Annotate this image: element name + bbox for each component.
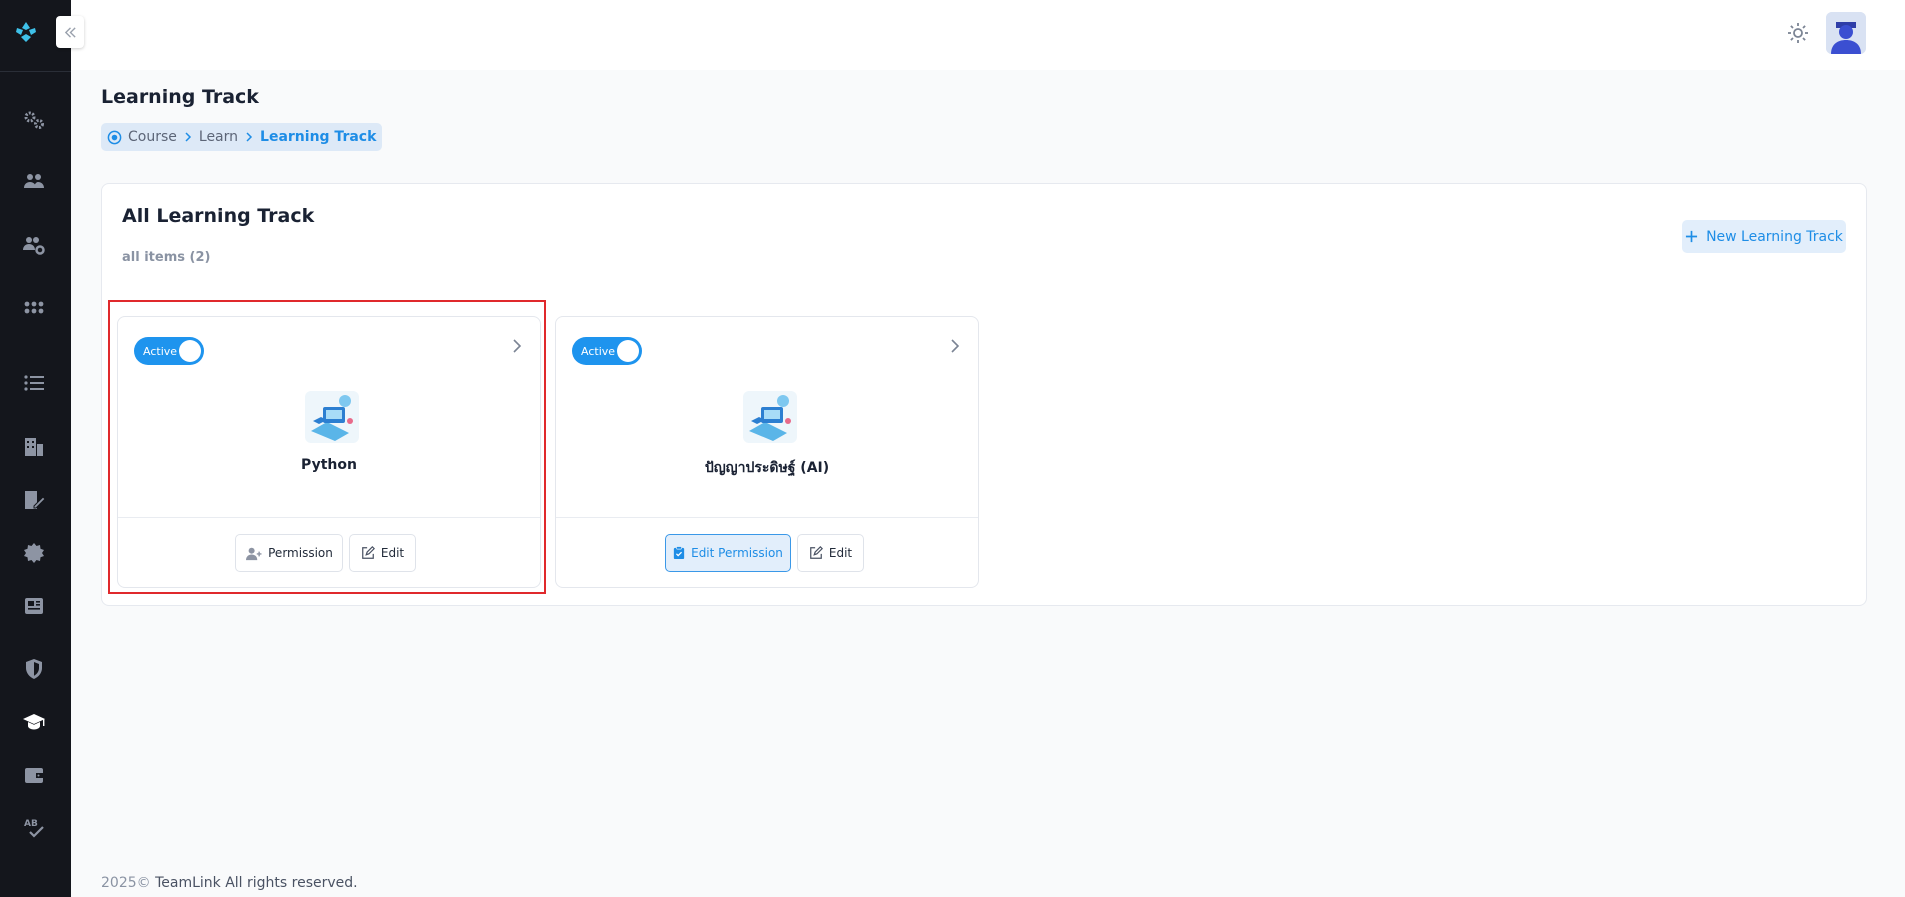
new-learning-track-label: New Learning Track <box>1706 228 1843 245</box>
edit-icon <box>810 546 823 559</box>
apps-grid-icon[interactable] <box>20 294 48 322</box>
footer-year: 2025© <box>101 875 151 891</box>
panel-title: All Learning Track <box>122 205 315 227</box>
status-toggle[interactable]: Active <box>572 337 642 365</box>
user-plus-icon <box>246 547 262 560</box>
target-icon <box>107 130 122 144</box>
items-count: all items (2) <box>122 250 211 265</box>
users-icon[interactable] <box>20 167 48 195</box>
edit-permission-label: Edit Permission <box>691 546 783 560</box>
page-title: Learning Track <box>101 86 259 108</box>
status-label: Active <box>581 344 616 358</box>
learning-track-card[interactable]: Active Python Permission Edit <box>117 316 541 588</box>
permission-button[interactable]: Permission <box>235 534 343 572</box>
spellcheck-icon[interactable]: AB <box>20 813 48 841</box>
shield-icon[interactable] <box>20 655 48 683</box>
building-icon[interactable] <box>20 433 48 461</box>
top-header <box>71 0 1905 70</box>
avatar[interactable] <box>1826 12 1866 54</box>
breadcrumb-course[interactable]: Course <box>128 129 177 145</box>
svg-text:AB: AB <box>24 819 38 829</box>
edit-icon <box>362 546 375 559</box>
newspaper-icon[interactable] <box>20 592 48 620</box>
card-divider <box>556 517 978 518</box>
footer: 2025© TeamLink All rights reserved. <box>101 875 358 891</box>
list-icon[interactable] <box>20 369 48 397</box>
status-toggle[interactable]: Active <box>134 337 204 365</box>
chevron-right-icon[interactable] <box>510 339 524 353</box>
toggle-knob <box>617 340 639 362</box>
chevron-right-icon[interactable] <box>948 339 962 353</box>
edit-permission-button[interactable]: Edit Permission <box>665 534 791 572</box>
breadcrumb-learning-track: Learning Track <box>260 129 377 145</box>
track-name: ปัญญาประดิษฐ์ (AI) <box>704 460 830 476</box>
track-thumbnail <box>743 391 797 443</box>
toggle-knob <box>179 340 201 362</box>
breadcrumb-learn[interactable]: Learn <box>199 129 238 145</box>
sun-icon[interactable] <box>1786 21 1810 45</box>
app-logo-icon[interactable] <box>12 18 40 46</box>
settings-icon[interactable] <box>20 106 48 134</box>
graduation-cap-icon[interactable] <box>20 708 48 736</box>
plus-icon <box>1685 230 1698 243</box>
edit-label: Edit <box>828 546 853 560</box>
wallet-icon[interactable] <box>20 761 48 789</box>
users-settings-icon[interactable] <box>20 231 48 259</box>
double-chevron-left-icon <box>64 26 76 38</box>
breadcrumb: Course Learn Learning Track <box>101 123 383 151</box>
card-divider <box>118 517 540 518</box>
permission-label: Permission <box>268 546 333 560</box>
clipboard-check-icon <box>673 546 685 559</box>
chevron-right-icon <box>246 132 253 142</box>
edit-label: Edit <box>380 546 405 560</box>
edit-button[interactable]: Edit <box>349 534 416 572</box>
footer-text: TeamLink All rights reserved. <box>155 875 358 891</box>
badge-icon[interactable] <box>20 539 48 567</box>
track-thumbnail <box>305 391 359 443</box>
sidebar-divider <box>0 71 71 72</box>
status-label: Active <box>143 344 178 358</box>
learning-track-card[interactable]: Active ปัญญาประดิษฐ์ (AI) Edit Permissio… <box>555 316 979 588</box>
sidebar: AB <box>0 0 71 897</box>
new-learning-track-button[interactable]: New Learning Track <box>1682 220 1846 253</box>
edit-button[interactable]: Edit <box>797 534 864 572</box>
track-name: Python <box>301 457 357 473</box>
edit-document-icon[interactable] <box>20 486 48 514</box>
collapse-sidebar-button[interactable] <box>56 16 84 48</box>
chevron-right-icon <box>185 132 191 142</box>
